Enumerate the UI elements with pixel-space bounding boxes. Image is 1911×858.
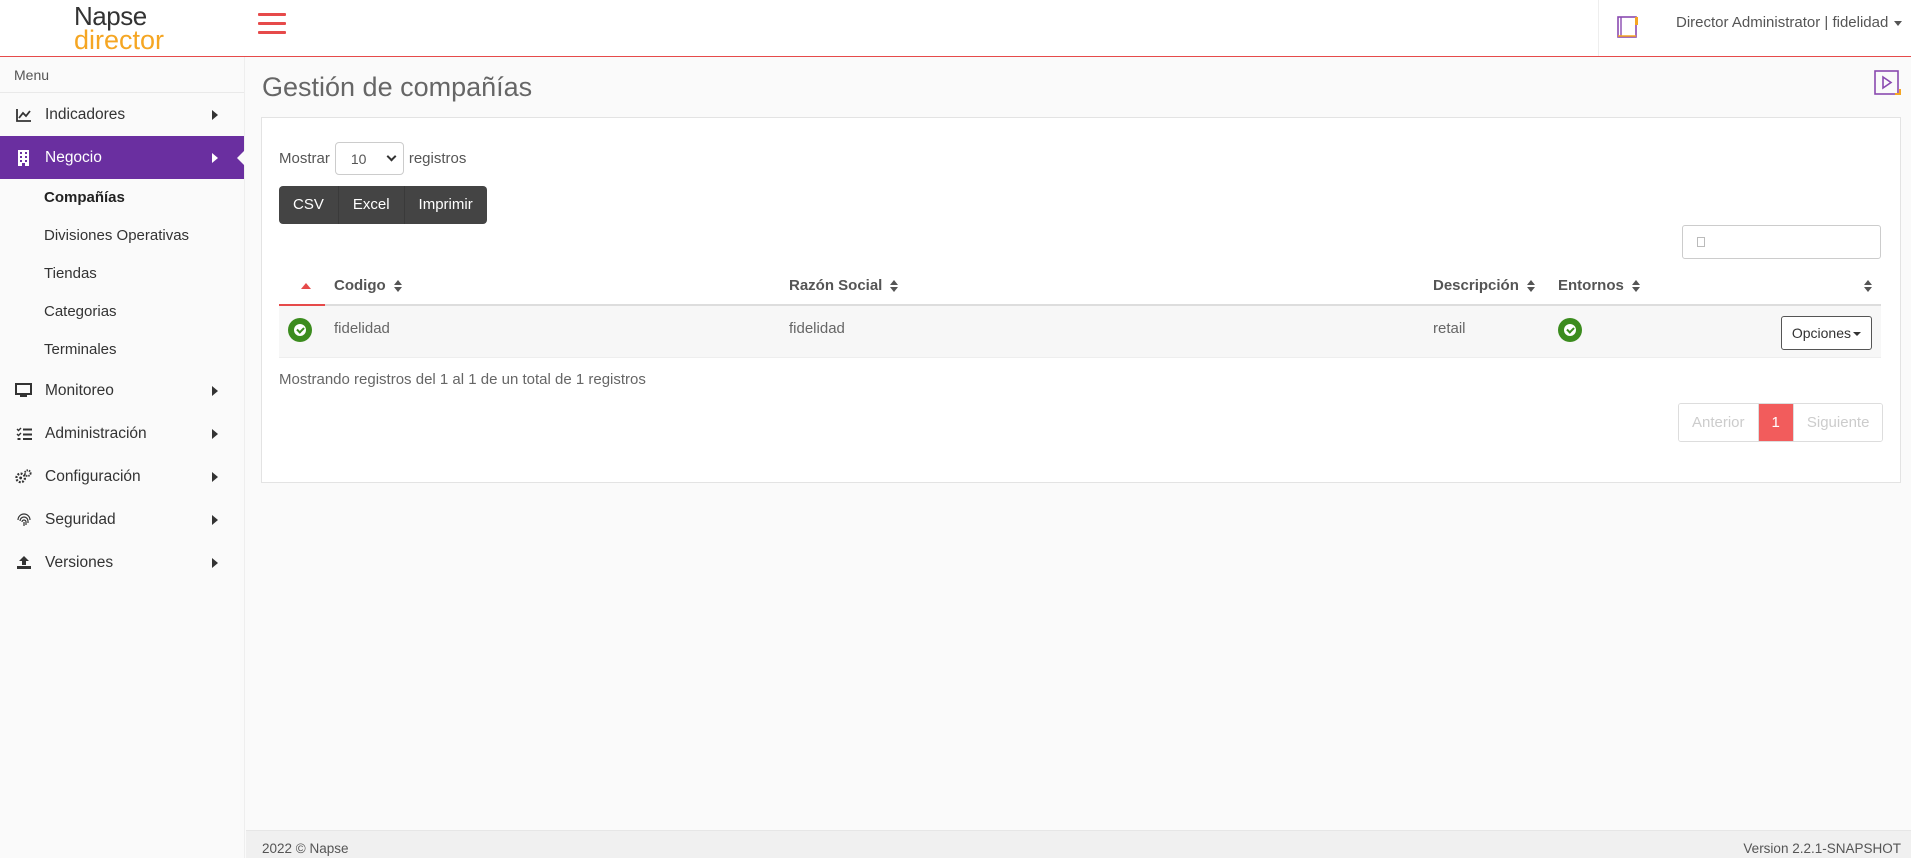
footer: 2022 © Napse Version 2.2.1-SNAPSHOT	[246, 830, 1911, 858]
excel-button[interactable]: Excel	[337, 186, 404, 224]
book-icon[interactable]	[1615, 14, 1641, 40]
sidebar-subitem-companias[interactable]: Compañías	[0, 179, 244, 217]
table-header: Codigo Razón Social Descripción Entornos	[279, 266, 1881, 306]
page-size-control: Mostrar 10 registros	[279, 142, 466, 175]
sidebar-subitem-tiendas[interactable]: Tiendas	[0, 255, 244, 293]
top-header: Napse director Director Administrator | …	[0, 0, 1911, 57]
play-video-icon[interactable]	[1873, 69, 1901, 97]
menu-header: Menu	[0, 57, 244, 93]
caret-right-icon	[212, 472, 218, 482]
sidebar-item-negocio[interactable]: Negocio	[0, 136, 245, 179]
pagination-prev[interactable]: Anterior	[1679, 404, 1758, 441]
caret-right-icon	[212, 110, 218, 120]
hamburger-icon[interactable]	[258, 13, 288, 37]
sidebar-subitem-terminales[interactable]: Terminales	[0, 331, 244, 369]
sidebar-item-configuracion[interactable]: Configuración	[0, 455, 244, 498]
sort-icon	[1631, 280, 1640, 293]
caret-right-icon	[212, 515, 218, 525]
tasks-list-icon	[15, 412, 32, 455]
active-status-icon	[288, 318, 312, 342]
companies-table: Codigo Razón Social Descripción Entornos…	[279, 266, 1881, 358]
search-placeholder-glyph	[1697, 237, 1705, 247]
table-row: fidelidad fidelidad retail Opciones	[279, 306, 1881, 358]
sidebar-item-seguridad[interactable]: Seguridad	[0, 498, 244, 541]
upload-icon	[15, 541, 32, 584]
sidebar-item-administracion[interactable]: Administración	[0, 412, 244, 455]
export-button-group: CSV Excel Imprimir	[279, 186, 487, 224]
cell-razon-social: fidelidad	[789, 320, 845, 337]
pagination: Anterior 1 Siguiente	[1678, 403, 1884, 442]
search-input[interactable]	[1682, 225, 1881, 259]
caret-right-icon	[212, 429, 218, 439]
caret-right-icon	[212, 386, 218, 396]
footer-copyright: 2022 © Napse	[262, 841, 349, 856]
caret-right-icon	[212, 558, 218, 568]
pagination-page-1[interactable]: 1	[1757, 404, 1793, 441]
cell-codigo: fidelidad	[334, 320, 390, 337]
column-header-descripcion[interactable]: Descripción	[1433, 266, 1535, 306]
column-header-codigo[interactable]: Codigo	[334, 266, 402, 306]
sidebar-subitem-divisiones-operativas[interactable]: Divisiones Operativas	[0, 217, 244, 255]
building-icon	[15, 136, 32, 179]
user-menu-dropdown[interactable]: Director Administrator | fidelidad	[1676, 14, 1903, 31]
sidebar: Menu Indicadores Negocio Compañías Divis…	[0, 57, 245, 858]
sort-icon	[1526, 280, 1535, 293]
sidebar-subitem-categorias[interactable]: Categorias	[0, 293, 244, 331]
napse-director-logo[interactable]: Napse director	[74, 3, 174, 54]
sort-icon	[890, 280, 899, 293]
sidebar-item-indicadores[interactable]: Indicadores	[0, 93, 244, 136]
options-dropdown-button[interactable]: Opciones	[1780, 316, 1872, 350]
gears-icon	[15, 455, 32, 498]
column-header-options[interactable]	[1864, 266, 1872, 306]
sidebar-item-monitoreo[interactable]: Monitoreo	[0, 369, 244, 412]
sort-asc-icon[interactable]	[301, 283, 311, 289]
header-divider	[1598, 0, 1599, 56]
monitor-icon	[15, 369, 32, 412]
print-button[interactable]: Imprimir	[403, 186, 487, 224]
line-chart-icon	[15, 93, 32, 136]
caret-right-icon	[212, 153, 218, 163]
caret-down-icon	[1853, 332, 1861, 337]
sort-icon	[393, 280, 402, 293]
fingerprint-icon	[15, 498, 32, 541]
csv-button[interactable]: CSV	[279, 186, 338, 224]
sort-icon	[1864, 280, 1872, 293]
page-size-select[interactable]: 10	[334, 142, 404, 175]
chevron-down-icon	[386, 151, 397, 162]
entornos-check-icon	[1558, 318, 1582, 342]
pagination-next[interactable]: Siguiente	[1792, 404, 1883, 441]
cell-descripcion: retail	[1433, 320, 1466, 337]
column-header-entornos[interactable]: Entornos	[1558, 266, 1640, 306]
column-header-razon-social[interactable]: Razón Social	[789, 266, 899, 306]
table-info: Mostrando registros del 1 al 1 de un tot…	[279, 371, 646, 388]
caret-down-icon	[1894, 20, 1903, 26]
companies-panel: Mostrar 10 registros CSV Excel Imprimir …	[261, 117, 1901, 483]
footer-version: Version 2.2.1-SNAPSHOT	[1743, 841, 1901, 856]
sidebar-item-versiones[interactable]: Versiones	[0, 541, 244, 584]
page-title: Gestión de compañías	[262, 72, 533, 102]
